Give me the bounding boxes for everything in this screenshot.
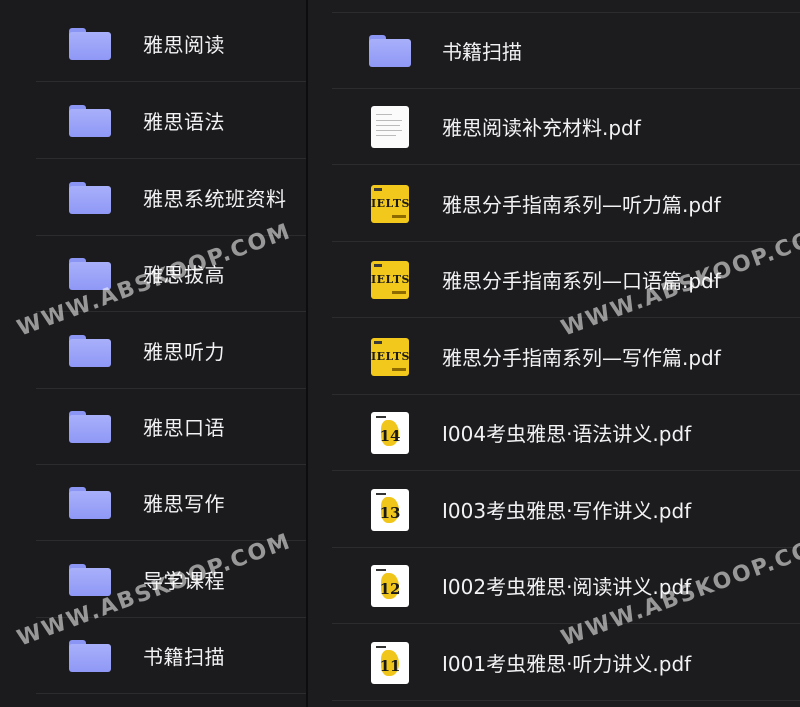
folder-label: 雅思拔高 [143, 263, 225, 287]
folder-icon [69, 563, 111, 596]
folder-icon [69, 104, 111, 137]
file-label: I003考虫雅思·写作讲义.pdf [442, 499, 692, 523]
file-item-book-scans-folder[interactable]: 书籍扫描 [332, 13, 800, 89]
file-item-listening-notes[interactable]: 11 I001考虫雅思·听力讲义.pdf [332, 625, 800, 701]
ielts-book-cover-icon: IELTS [371, 260, 409, 299]
file-item-listening-guide[interactable]: IELTS 雅思分手指南系列—听力篇.pdf [332, 166, 800, 242]
folder-item-speaking[interactable]: 雅思口语 [36, 389, 306, 465]
folder-item-grammar[interactable]: 雅思语法 [36, 83, 306, 159]
folder-item-reading[interactable]: 雅思阅读 [36, 6, 306, 82]
folder-item-listening[interactable]: 雅思听力 [36, 313, 306, 389]
numbered-book-cover-icon: 12 [371, 564, 409, 607]
file-item-grammar-notes[interactable]: 14 I004考虫雅思·语法讲义.pdf [332, 395, 800, 471]
file-list: 书籍扫描 雅思阅读补充材料.pdf IELTS 雅思分手指南系列—听力篇.pdf… [308, 0, 800, 707]
folder-icon [69, 181, 111, 214]
file-item-reading-notes[interactable]: 12 I002考虫雅思·阅读讲义.pdf [332, 548, 800, 624]
file-item-speaking-guide[interactable]: IELTS 雅思分手指南系列—口语篇.pdf [332, 242, 800, 318]
numbered-book-cover-icon: 11 [371, 641, 409, 684]
numbered-book-cover-icon: 13 [371, 488, 409, 531]
folder-label: 雅思写作 [143, 492, 225, 516]
file-item-reading-supplement[interactable]: 雅思阅读补充材料.pdf [332, 89, 800, 165]
numbered-book-cover-icon: 14 [371, 411, 409, 454]
folder-icon [69, 334, 111, 367]
folder-icon [69, 410, 111, 443]
folder-item-writing[interactable]: 雅思写作 [36, 465, 306, 541]
file-item-writing-guide[interactable]: IELTS 雅思分手指南系列—写作篇.pdf [332, 319, 800, 395]
folder-icon [69, 27, 111, 60]
file-label: 雅思分手指南系列—听力篇.pdf [442, 193, 721, 217]
file-label: 书籍扫描 [442, 40, 522, 64]
folder-label: 雅思语法 [143, 110, 225, 134]
folder-label: 雅思系统班资料 [143, 187, 287, 211]
folder-label: 导学课程 [143, 569, 225, 593]
folder-icon [369, 34, 411, 67]
folder-icon [69, 639, 111, 672]
file-label: 雅思阅读补充材料.pdf [442, 116, 641, 140]
folder-icon [69, 486, 111, 519]
file-label: 雅思分手指南系列—写作篇.pdf [442, 346, 721, 370]
folder-icon [69, 257, 111, 290]
folder-item-book-scans[interactable]: 书籍扫描 [36, 618, 306, 694]
file-item-writing-notes[interactable]: 13 I003考虫雅思·写作讲义.pdf [332, 472, 800, 548]
folder-label: 雅思口语 [143, 416, 225, 440]
ielts-book-cover-icon: IELTS [371, 184, 409, 223]
folder-item-advanced[interactable]: 雅思拔高 [36, 236, 306, 312]
file-label: I001考虫雅思·听力讲义.pdf [442, 652, 692, 676]
folder-item-system-class[interactable]: 雅思系统班资料 [36, 160, 306, 236]
ielts-book-cover-icon: IELTS [371, 337, 409, 376]
folder-label: 雅思阅读 [143, 33, 225, 57]
file-label: 雅思分手指南系列—口语篇.pdf [442, 269, 721, 293]
file-label: I002考虫雅思·阅读讲义.pdf [442, 575, 692, 599]
sidebar-folder-list: 雅思阅读 雅思语法 雅思系统班资料 雅思拔高 雅思听力 雅思口语 雅思写作 导学… [0, 0, 306, 707]
folder-label: 雅思听力 [143, 340, 225, 364]
file-label: I004考虫雅思·语法讲义.pdf [442, 422, 692, 446]
folder-label: 书籍扫描 [143, 645, 225, 669]
pdf-document-thumbnail-icon [371, 105, 409, 148]
folder-item-intro-course[interactable]: 导学课程 [36, 542, 306, 618]
